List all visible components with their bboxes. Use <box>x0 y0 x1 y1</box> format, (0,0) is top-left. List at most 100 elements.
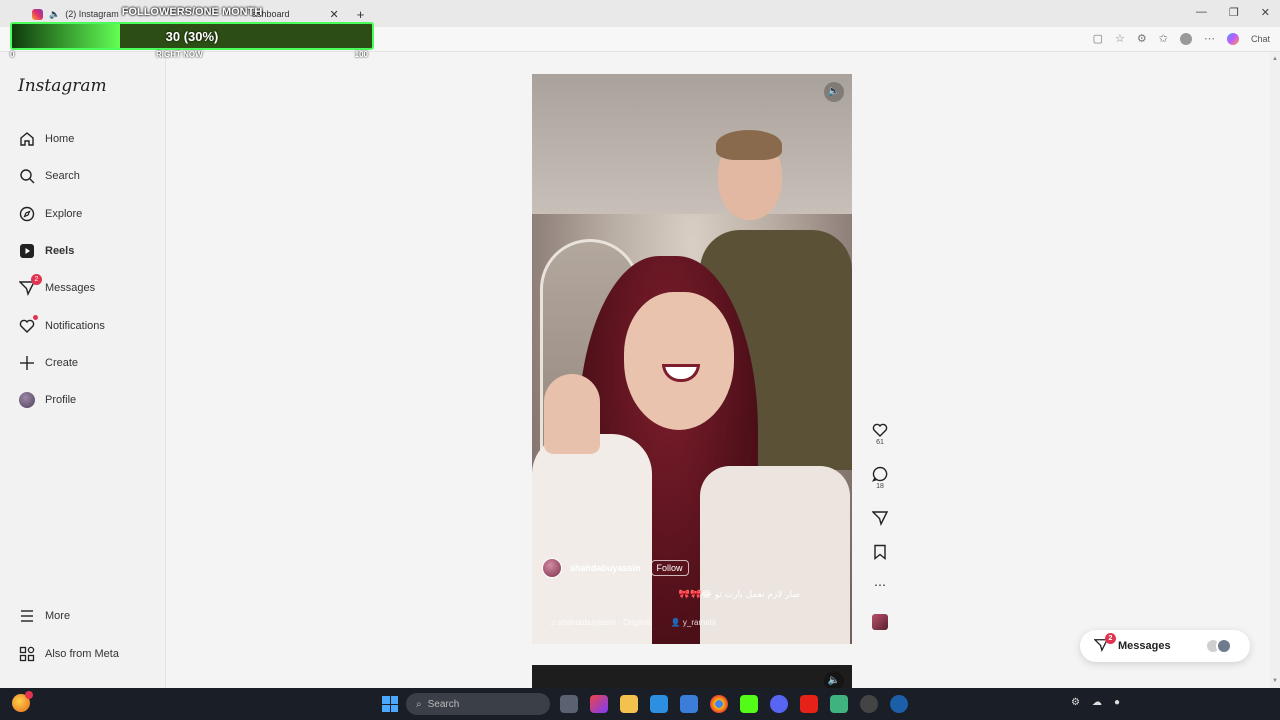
instagram-logo[interactable]: Instagram <box>18 76 107 96</box>
sidebar-item-label: Search <box>45 170 80 182</box>
sidebar-item-create[interactable]: Create <box>18 351 78 375</box>
weather-badge <box>25 691 33 699</box>
reel-caption: صار لازم نعمل بارت تو 😂🎀🎀 <box>678 590 800 600</box>
bookmark-icon <box>874 544 886 560</box>
overlay-progress-bar: 30 (30%) <box>10 22 374 50</box>
share-button[interactable] <box>868 510 892 526</box>
mic-icon[interactable]: ● <box>1114 697 1120 708</box>
messages-drawer-button[interactable]: 2 Messages <box>1080 630 1250 662</box>
favorite-star-icon[interactable]: ☆ <box>1115 32 1125 45</box>
sidebar-item-home[interactable]: Home <box>18 127 74 151</box>
extensions-icon[interactable]: ⚙ <box>1137 32 1147 45</box>
meta-icon <box>18 645 36 663</box>
overlay-now-label: RIGHT NOW <box>156 50 203 59</box>
sidebar-item-more[interactable]: More <box>18 604 70 628</box>
comment-count: 18 <box>876 483 884 490</box>
reel-video[interactable]: 🔈 shahdabuyassin Follow صار لازم نعمل با… <box>532 74 852 644</box>
taskbar-search[interactable]: ⌕ Search <box>406 693 550 715</box>
sidebar-item-label: Profile <box>45 394 77 406</box>
video-person-front-face <box>624 292 734 430</box>
messages-badge: 2 <box>1105 633 1116 644</box>
sidebar-item-label: Explore <box>45 208 83 220</box>
scroll-up-icon[interactable]: ▲ <box>1272 56 1278 62</box>
discord-icon[interactable] <box>770 695 788 713</box>
taskbar-search-placeholder: Search <box>427 698 460 710</box>
notification-dot <box>33 315 38 320</box>
windows-start-icon[interactable] <box>382 696 398 712</box>
obs-icon[interactable] <box>860 695 878 713</box>
file-explorer-icon[interactable] <box>620 695 638 713</box>
video-hand <box>544 374 600 454</box>
menu-icon <box>18 607 36 625</box>
weather-icon[interactable] <box>12 691 33 712</box>
chat-label[interactable]: Chat <box>1251 34 1270 44</box>
overlay-title: FOLLOWERS/ONE MONTH <box>121 6 263 18</box>
sidebar-item-notifications[interactable]: Notifications <box>18 314 105 338</box>
youtube-icon[interactable] <box>800 695 818 713</box>
video-robe <box>532 434 652 644</box>
sidebar-item-label: Notifications <box>45 320 105 332</box>
os-taskbar: ⌕ Search ⚙ ☁ ● <box>0 688 1280 720</box>
audio-track-label: shahdabuyassin · Original <box>558 618 651 627</box>
reel-username[interactable]: shahdabuyassin <box>570 563 641 573</box>
follow-button[interactable]: Follow <box>650 560 689 576</box>
sidebar-item-label: Home <box>45 133 75 145</box>
sidebar-item-search[interactable]: Search <box>18 164 80 188</box>
tagged-user-label: y_ramahi <box>682 618 716 627</box>
sidebar-item-label: More <box>45 610 71 622</box>
app-icon[interactable] <box>830 695 848 713</box>
search-icon: ⌕ <box>416 698 422 710</box>
copilot-icon[interactable] <box>1226 32 1239 45</box>
reels-icon <box>18 242 36 260</box>
profile-icon[interactable] <box>1179 32 1192 45</box>
message-avatars <box>1205 638 1232 654</box>
cloud-icon[interactable]: ☁ <box>1092 697 1102 708</box>
page-scrollbar[interactable]: ▲ ▼ <box>1270 52 1280 688</box>
mute-toggle-icon[interactable]: 🔈 <box>824 82 844 102</box>
minimize-icon[interactable]: — <box>1196 6 1207 19</box>
tagged-user[interactable]: 👤 y_ramahi <box>671 618 716 627</box>
scroll-down-icon[interactable]: ▼ <box>1272 678 1278 684</box>
sidebar-item-also-from-meta[interactable]: Also from Meta <box>18 642 119 666</box>
tray-icon[interactable]: ⚙ <box>1071 697 1080 708</box>
save-button[interactable] <box>868 544 892 560</box>
messenger-icon: 2 <box>1093 633 1116 654</box>
steam-icon[interactable] <box>890 695 908 713</box>
video-person-back-hair <box>716 130 782 160</box>
store-icon[interactable] <box>680 695 698 713</box>
chrome-icon[interactable] <box>710 695 728 713</box>
overlay-max-label: 100 <box>354 50 368 59</box>
like-button[interactable]: 61 <box>868 422 892 446</box>
comment-icon <box>872 466 888 482</box>
audio-track[interactable]: ♫ shahdabuyassin · Original <box>550 618 651 627</box>
share-icon <box>872 511 888 526</box>
reel-author: shahdabuyassin Follow <box>542 558 689 578</box>
avatar <box>1216 638 1232 654</box>
messenger-icon: 2 <box>18 274 42 297</box>
edge-browser-icon[interactable] <box>650 695 668 713</box>
overlay-min-label: 0 <box>10 50 15 59</box>
more-icon[interactable]: ⋯ <box>1204 32 1215 45</box>
sidebar-item-profile[interactable]: Profile <box>18 388 76 412</box>
sidebar-item-label: Messages <box>45 282 96 294</box>
kick-icon[interactable] <box>740 695 758 713</box>
favorites-icon[interactable]: ✩ <box>1159 32 1168 45</box>
reader-icon[interactable]: ▢ <box>1093 32 1103 45</box>
sidebar-item-messages[interactable]: 2 Messages <box>18 274 96 300</box>
overlay-value: 30 (30%) <box>165 28 219 44</box>
task-view-icon[interactable] <box>560 695 578 713</box>
reel-audio-row: ♫ shahdabuyassin · Original 👤 y_ramahi <box>550 618 716 627</box>
comment-button[interactable]: 18 <box>868 466 892 490</box>
avatar[interactable] <box>542 558 562 578</box>
audio-thumbnail[interactable] <box>872 614 888 630</box>
close-window-icon[interactable]: ✕ <box>1261 6 1270 19</box>
restore-icon[interactable]: ❐ <box>1229 6 1239 19</box>
app-icon[interactable] <box>590 695 608 713</box>
sidebar: Instagram Home Search Explore Reels 2 Me… <box>0 52 166 688</box>
mute-toggle-icon[interactable]: 🔈 <box>824 671 844 688</box>
sidebar-item-reels[interactable]: Reels <box>18 239 74 263</box>
next-reel-video[interactable]: 🔈 <box>532 665 852 688</box>
sidebar-item-explore[interactable]: Explore <box>18 202 82 226</box>
more-options-icon[interactable]: ⋯ <box>868 578 892 592</box>
sidebar-item-label: Also from Meta <box>45 648 119 660</box>
